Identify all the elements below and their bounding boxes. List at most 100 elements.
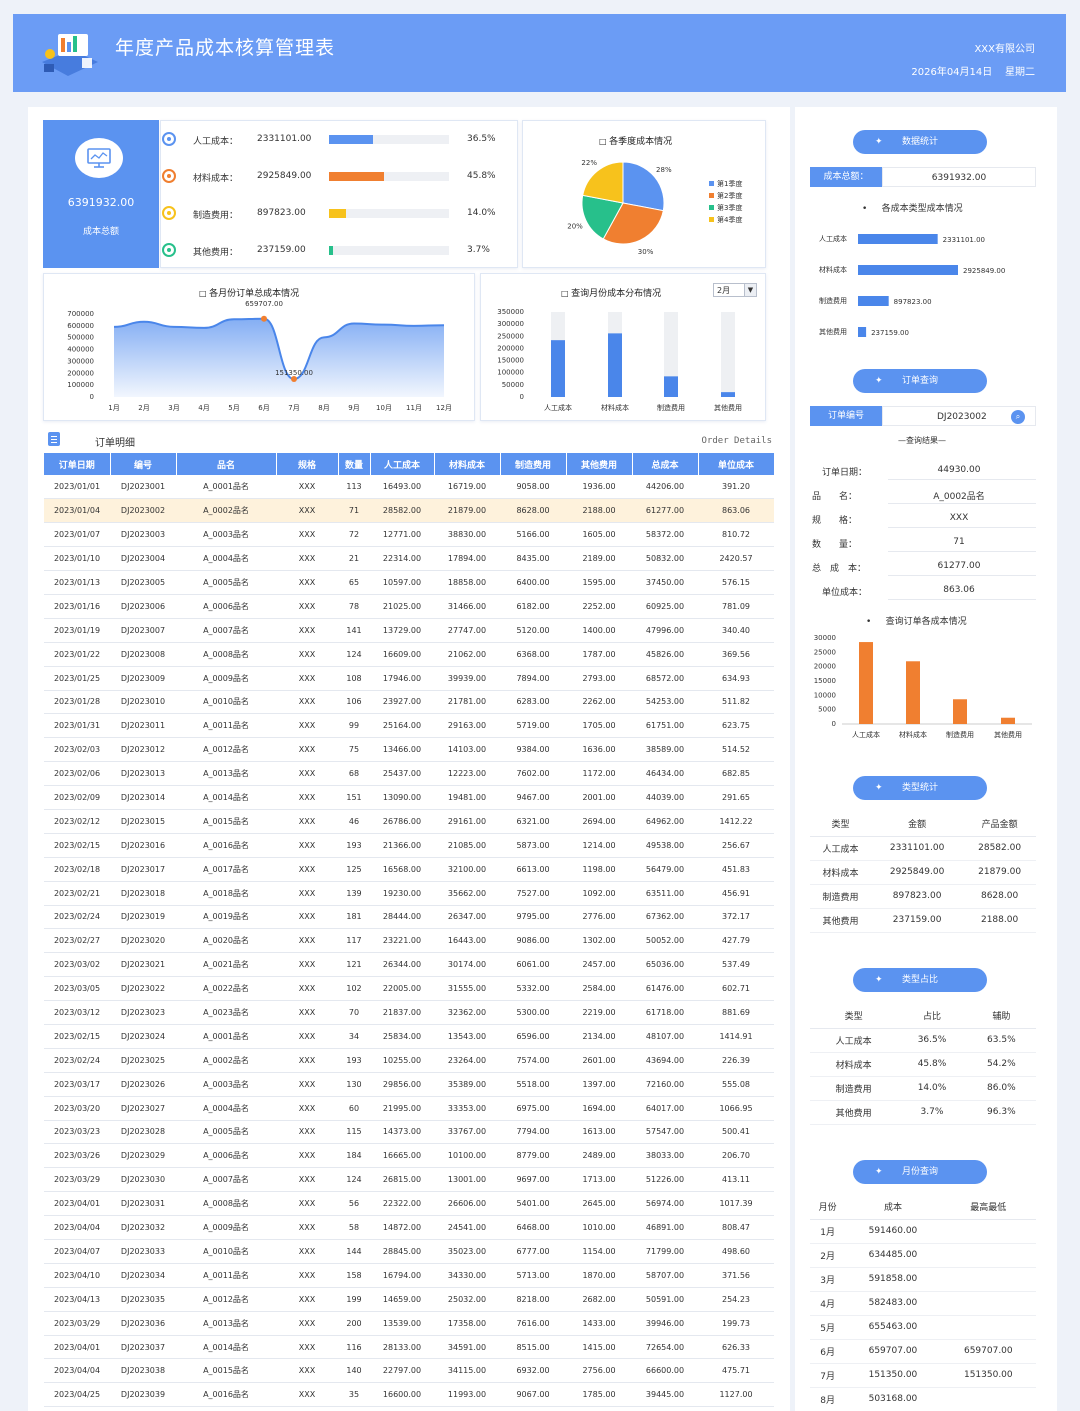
table-row[interactable]: 2023/02/15 DJ2023016 A_0016品名 XXX 193 21366.0… <box>44 833 774 858</box>
table-cell: A_0010品名 <box>176 1239 276 1264</box>
table-row[interactable]: 2023/02/15 DJ2023024 A_0001品名 XXX 34 25834.00… <box>44 1024 774 1049</box>
table-row[interactable]: 2023/01/13 DJ2023005 A_0005品名 XXX 65 10597.00… <box>44 570 774 595</box>
table-cell: 6932.00 <box>500 1358 566 1384</box>
table-cell: 6400.00 <box>500 570 566 595</box>
order-no-input[interactable]: DJ2023002 ⌕ <box>882 406 1036 426</box>
type-ratio-button[interactable]: ✦ 类型占比 <box>853 968 987 992</box>
table-row[interactable]: 2023/04/01 DJ2023037 A_0014品名 XXX 116 28133.0… <box>44 1335 774 1360</box>
table-row[interactable]: 2023/03/29 DJ2023030 A_0007品名 XXX 124 26815.0… <box>44 1167 774 1193</box>
table-cell: XXX <box>276 690 338 715</box>
table-cell: 34115.00 <box>434 1358 500 1384</box>
y-tick-label: 10000 <box>814 691 836 699</box>
table-row[interactable]: 2023/03/05 DJ2023022 A_0022品名 XXX 102 22005.0… <box>44 976 774 1002</box>
table-cell: 51226.00 <box>632 1167 698 1193</box>
table-row[interactable]: 2023/01/22 DJ2023008 A_0008品名 XXX 124 16609.0… <box>44 642 774 667</box>
table-row[interactable]: 2023/04/04 DJ2023032 A_0009品名 XXX 58 14872.00… <box>44 1215 774 1240</box>
column-header[interactable]: 总成本 <box>632 453 699 475</box>
table-cell: 46 <box>338 809 370 834</box>
table-cell: A_0002品名 <box>176 1048 276 1073</box>
table-cell: XXX <box>276 1072 338 1097</box>
table-row[interactable]: 2023/04/13 DJ2023035 A_0012品名 XXX 199 14659.0… <box>44 1287 774 1312</box>
table-cell: 23927.00 <box>370 690 434 715</box>
table-row[interactable]: 2023/02/24 DJ2023019 A_0019品名 XXX 181 28444.0… <box>44 905 774 930</box>
table-cell: A_0005品名 <box>176 1120 276 1145</box>
table-cell: A_0007品名 <box>176 618 276 643</box>
hbar-category: 制造费用 <box>819 296 847 305</box>
table-cell: 65 <box>338 570 370 595</box>
cost-row: 人工成本： 2331101.00 36.5% <box>162 130 517 150</box>
type-stats-button[interactable]: ✦ 类型统计 <box>853 776 987 800</box>
table-cell: 34330.00 <box>434 1263 500 1288</box>
column-header[interactable]: 人工成本 <box>370 453 435 475</box>
table-row[interactable]: 2023/01/25 DJ2023009 A_0009品名 XXX 108 17946.0… <box>44 666 774 691</box>
table-row[interactable]: 2023/03/23 DJ2023028 A_0005品名 XXX 115 14373.0… <box>44 1120 774 1145</box>
table-cell: 30174.00 <box>434 952 500 978</box>
table-row[interactable]: 2023/01/10 DJ2023004 A_0004品名 XXX 21 22314.00… <box>44 546 774 572</box>
side-table-cell: 14.0% <box>897 1076 967 1101</box>
table-row[interactable]: 2023/02/09 DJ2023014 A_0014品名 XXX 151 13090.0… <box>44 785 774 810</box>
table-cell: 2023/04/04 <box>44 1215 110 1240</box>
column-header[interactable]: 品名 <box>176 453 277 475</box>
table-row[interactable]: 2023/02/18 DJ2023017 A_0017品名 XXX 125 16568.0… <box>44 857 774 882</box>
search-icon[interactable]: ⌕ <box>1011 410 1025 424</box>
column-header[interactable]: 订单日期 <box>44 453 111 475</box>
table-row[interactable]: 2023/01/16 DJ2023006 A_0006品名 XXX 78 21025.00… <box>44 594 774 619</box>
table-row[interactable]: 2023/02/03 DJ2023012 A_0012品名 XXX 75 13466.00… <box>44 737 774 763</box>
side-table-header: 类型 金额 产品金额 <box>810 812 1036 837</box>
table-cell: 25437.00 <box>370 761 434 787</box>
table-cell: 2023/03/29 <box>44 1167 110 1193</box>
table-cell: A_0003品名 <box>176 1072 276 1097</box>
table-row[interactable]: 2023/04/10 DJ2023034 A_0011品名 XXX 158 16794.0… <box>44 1263 774 1288</box>
table-row[interactable]: 2023/04/01 DJ2023031 A_0008品名 XXX 56 22322.00… <box>44 1191 774 1217</box>
order-query-button[interactable]: ✦ 订单查询 <box>853 369 987 393</box>
table-cell: DJ2023021 <box>110 952 176 978</box>
table-cell: XXX <box>276 1263 338 1288</box>
table-row[interactable]: 2023/02/24 DJ2023025 A_0002品名 XXX 193 10255.0… <box>44 1048 774 1073</box>
table-cell: 14373.00 <box>370 1120 434 1145</box>
side-table-cell <box>940 1315 1036 1340</box>
table-cell: 2682.00 <box>566 1287 632 1312</box>
table-cell: 125 <box>338 857 370 882</box>
table-row[interactable]: 2023/03/26 DJ2023029 A_0006品名 XXX 184 16665.0… <box>44 1143 774 1169</box>
table-cell: XXX <box>276 570 338 595</box>
y-tick-label: 50000 <box>502 381 524 389</box>
hbar-value: 897823.00 <box>894 298 932 306</box>
table-cell: DJ2023039 <box>110 1382 176 1408</box>
type-hbar-chart: 人工成本 2331101.00 材料成本 2925849.00 制造费用 897823.0… <box>819 234 1005 337</box>
column-header[interactable]: 其他费用 <box>566 453 633 475</box>
table-row[interactable]: 2023/01/07 DJ2023003 A_0003品名 XXX 72 12771.00… <box>44 522 774 548</box>
table-row[interactable]: 2023/04/25 DJ2023039 A_0016品名 XXX 35 16600.00… <box>44 1382 774 1408</box>
column-header[interactable]: 材料成本 <box>434 453 501 475</box>
table-row[interactable]: 2023/03/29 DJ2023036 A_0013品名 XXX 200 13539.0… <box>44 1311 774 1336</box>
table-row[interactable]: 2023/02/21 DJ2023018 A_0018品名 XXX 139 19230.0… <box>44 881 774 906</box>
table-row[interactable]: 2023/01/19 DJ2023007 A_0007品名 XXX 141 13729.0… <box>44 618 774 643</box>
column-header[interactable]: 编号 <box>110 453 177 475</box>
table-row[interactable]: 2023/01/04 DJ2023002 A_0002品名 XXX 71 28582.00… <box>44 498 774 524</box>
table-cell: DJ2023007 <box>110 618 176 643</box>
table-row[interactable]: 2023/03/02 DJ2023021 A_0021品名 XXX 121 26344.0… <box>44 952 774 978</box>
column-header[interactable]: 制造费用 <box>500 453 567 475</box>
column-header[interactable]: 单位成本 <box>698 453 775 475</box>
table-row[interactable]: 2023/01/01 DJ2023001 A_0001品名 XXX 113 16493.0… <box>44 475 774 500</box>
column-header[interactable]: 规格 <box>276 453 339 475</box>
month-query-button[interactable]: ✦ 月份查询 <box>853 1160 987 1184</box>
table-row[interactable]: 2023/02/06 DJ2023013 A_0013品名 XXX 68 25437.00… <box>44 761 774 787</box>
table-row[interactable]: 2023/03/17 DJ2023026 A_0003品名 XXX 130 29856.0… <box>44 1072 774 1097</box>
column-header[interactable]: 数量 <box>338 453 371 475</box>
table-row[interactable]: 2023/01/31 DJ2023011 A_0011品名 XXX 99 25164.00… <box>44 713 774 739</box>
table-cell: A_0015品名 <box>176 809 276 834</box>
table-cell: 29163.00 <box>434 713 500 739</box>
table-row[interactable]: 2023/01/28 DJ2023010 A_0010品名 XXX 106 23927.0… <box>44 690 774 715</box>
table-row[interactable]: 2023/02/27 DJ2023020 A_0020品名 XXX 117 23221.0… <box>44 928 774 954</box>
table-row[interactable]: 2023/04/07 DJ2023033 A_0010品名 XXX 144 28845.0… <box>44 1239 774 1264</box>
type-stats-table: 类型 金额 产品金额 人工成本 2331101.00 28582.00 材料成本 292584… <box>810 812 1036 933</box>
table-cell: 2023/01/04 <box>44 498 110 524</box>
table-row[interactable]: 2023/03/20 DJ2023027 A_0004品名 XXX 60 21995.00… <box>44 1096 774 1121</box>
table-cell: 9795.00 <box>500 905 566 930</box>
table-row[interactable]: 2023/03/12 DJ2023023 A_0023品名 XXX 70 21837.00… <box>44 1000 774 1025</box>
table-row[interactable]: 2023/04/04 DJ2023038 A_0015品名 XXX 140 22797.0… <box>44 1358 774 1384</box>
data-stats-button[interactable]: ✦ 数据统计 <box>853 130 987 154</box>
table-cell: XXX <box>276 1335 338 1360</box>
hbar-value: 2331101.00 <box>943 236 985 244</box>
table-row[interactable]: 2023/02/12 DJ2023015 A_0015品名 XXX 46 26786.00… <box>44 809 774 834</box>
